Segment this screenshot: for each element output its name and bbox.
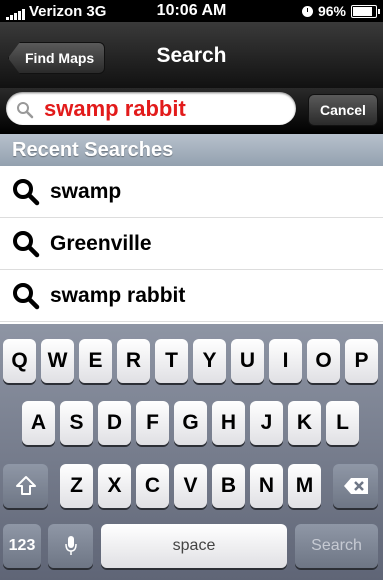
recent-searches-header: Recent Searches [0,134,383,166]
search-icon [13,230,40,257]
search-icon [13,282,40,309]
shift-key[interactable] [3,464,48,508]
cancel-button[interactable]: Cancel [308,94,378,126]
key-p[interactable]: P [345,339,378,383]
key-o[interactable]: O [307,339,340,383]
key-t[interactable]: T [155,339,188,383]
key-g[interactable]: G [174,401,207,445]
key-x[interactable]: X [98,464,131,508]
key-d[interactable]: D [98,401,131,445]
search-icon [17,102,34,119]
recent-searches-list: swamp Greenville swamp rabbit [0,166,383,322]
backspace-icon [343,478,368,494]
back-button[interactable]: Find Maps [8,42,106,74]
recent-search-label: swamp [50,179,122,203]
search-icon [13,178,40,205]
key-m[interactable]: M [288,464,321,508]
key-k[interactable]: K [288,401,321,445]
search-input-value: swamp rabbit [44,96,186,121]
recent-search-item[interactable]: Greenville [0,218,383,270]
key-q[interactable]: Q [3,339,36,383]
key-r[interactable]: R [117,339,150,383]
search-input[interactable]: swamp rabbit [6,92,296,125]
key-h[interactable]: H [212,401,245,445]
navigation-bar: Find Maps Search [0,22,383,89]
key-c[interactable]: C [136,464,169,508]
key-a[interactable]: A [22,401,55,445]
recent-search-label: Greenville [50,231,152,255]
keyboard: Q W E R T Y U I O P A S D F G H J K L Z … [0,324,383,580]
key-y[interactable]: Y [193,339,226,383]
search-key[interactable]: Search [295,524,378,568]
key-i[interactable]: I [269,339,302,383]
key-n[interactable]: N [250,464,283,508]
alarm-clock-icon [301,5,313,17]
key-z[interactable]: Z [60,464,93,508]
key-j[interactable]: J [250,401,283,445]
key-v[interactable]: V [174,464,207,508]
key-w[interactable]: W [41,339,74,383]
recent-search-item[interactable]: swamp rabbit [0,270,383,322]
battery-percent: 96% [317,3,346,19]
search-bar: swamp rabbit Cancel [0,88,383,134]
key-e[interactable]: E [79,339,112,383]
key-l[interactable]: L [326,401,359,445]
recent-search-label: swamp rabbit [50,283,186,307]
space-key[interactable]: space [101,524,287,568]
recent-search-item[interactable]: swamp [0,166,383,218]
key-f[interactable]: F [136,401,169,445]
status-bar: Verizon 3G 10:06 AM 96% [0,0,383,22]
key-u[interactable]: U [231,339,264,383]
key-s[interactable]: S [60,401,93,445]
shift-icon [15,476,36,495]
numbers-key[interactable]: 123 [3,524,41,568]
battery-icon [351,4,380,18]
delete-key[interactable] [333,464,378,508]
key-b[interactable]: B [212,464,245,508]
dictation-key[interactable] [48,524,93,568]
microphone-icon [64,536,77,555]
